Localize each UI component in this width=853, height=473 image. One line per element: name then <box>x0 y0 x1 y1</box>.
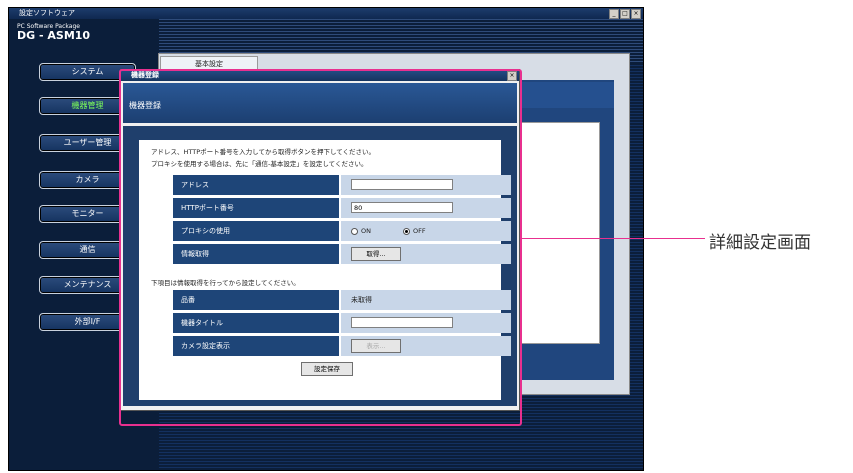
window-title: 設定ソフトウェア <box>19 9 75 17</box>
title-bar: 設定ソフトウェア _ □ × <box>9 8 643 19</box>
brand-model: DG - ASM10 <box>17 29 91 42</box>
callout-line <box>522 238 705 239</box>
minimize-button[interactable]: _ <box>609 9 619 19</box>
window-controls: _ □ × <box>609 9 641 19</box>
maximize-button[interactable]: □ <box>620 9 630 19</box>
close-button[interactable]: × <box>631 9 641 19</box>
highlight-frame <box>119 69 522 426</box>
brand-block: PC Software Package DG - ASM10 <box>17 23 90 42</box>
callout-label: 詳細設定画面 <box>709 233 811 253</box>
